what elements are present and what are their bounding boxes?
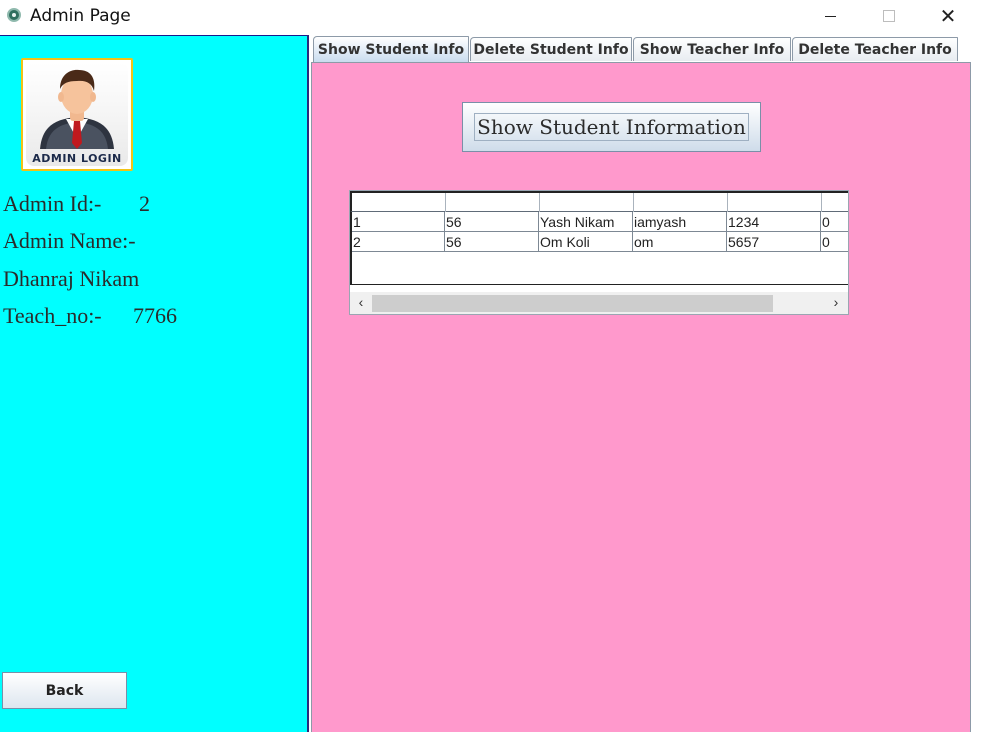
table-cell[interactable]: 1234 <box>727 212 821 231</box>
window-title: Admin Page <box>30 6 131 26</box>
column-header[interactable] <box>728 193 822 212</box>
table-row[interactable]: 2 56 Om Koli om 5657 0 <box>352 232 848 252</box>
horizontal-scrollbar[interactable]: ‹ › <box>350 292 848 314</box>
column-header[interactable] <box>634 193 728 212</box>
tab-show-student-info[interactable]: Show Student Info <box>313 36 469 62</box>
maximize-button[interactable] <box>866 0 912 32</box>
person-icon <box>40 69 114 149</box>
window-edge <box>971 62 982 732</box>
java-app-icon <box>7 8 21 22</box>
scroll-left-icon[interactable]: ‹ <box>354 294 368 312</box>
show-student-information-label: Show Student Information <box>474 113 749 141</box>
teach-no-label: Teach_no:- <box>3 303 102 328</box>
scrollbar-thumb[interactable] <box>372 295 773 312</box>
admin-id-label: Admin Id:- <box>3 191 102 216</box>
table-cell[interactable]: iamyash <box>633 212 727 231</box>
table-cell[interactable]: 2 <box>352 232 445 251</box>
scroll-right-icon[interactable]: › <box>829 294 843 312</box>
table-cell[interactable]: 5657 <box>727 232 821 251</box>
show-student-info-panel <box>311 62 971 732</box>
student-table-scrollpane[interactable]: 1 56 Yash Nikam iamyash 1234 0 2 56 Om K… <box>349 190 849 315</box>
table-cell[interactable]: 1 <box>352 212 445 231</box>
admin-page-window: Admin Page ✕ ADMIN LOGIN Admin Id:- 2 Ad… <box>0 0 982 732</box>
close-icon: ✕ <box>939 4 957 28</box>
column-header[interactable] <box>352 193 446 212</box>
column-header[interactable] <box>822 193 848 212</box>
table-cell[interactable]: Om Koli <box>539 232 633 251</box>
table-cell[interactable]: 0 <box>821 232 848 251</box>
table-cell[interactable]: 56 <box>445 232 539 251</box>
column-header[interactable] <box>540 193 634 212</box>
admin-info-panel: ADMIN LOGIN Admin Id:- 2 Admin Name:- Dh… <box>0 35 307 732</box>
table-cell[interactable]: 0 <box>821 212 848 231</box>
column-header[interactable] <box>446 193 540 212</box>
admin-login-logo: ADMIN LOGIN <box>21 58 133 171</box>
tab-delete-student-info[interactable]: Delete Student Info <box>470 37 632 61</box>
table-row[interactable]: 1 56 Yash Nikam iamyash 1234 0 <box>352 212 848 232</box>
admin-name-value: Dhanraj Nikam <box>3 266 140 291</box>
teach-no-value: 7766 <box>133 303 177 328</box>
admin-name-label: Admin Name:- <box>3 228 136 253</box>
title-bar: Admin Page ✕ <box>0 0 982 32</box>
panel-divider <box>307 35 309 732</box>
table-cell[interactable]: 56 <box>445 212 539 231</box>
table-cell[interactable]: om <box>633 232 727 251</box>
logo-caption: ADMIN LOGIN <box>32 152 122 165</box>
admin-avatar-icon <box>26 63 128 166</box>
admin-id-value: 2 <box>139 191 150 216</box>
minimize-button[interactable] <box>807 0 853 32</box>
table-body: 1 56 Yash Nikam iamyash 1234 0 2 56 Om K… <box>350 212 848 285</box>
table-cell[interactable]: Yash Nikam <box>539 212 633 231</box>
show-student-information-button[interactable]: Show Student Information <box>462 102 761 152</box>
close-button[interactable]: ✕ <box>925 0 971 32</box>
back-button[interactable]: Back <box>2 672 127 709</box>
tab-delete-teacher-info[interactable]: Delete Teacher Info <box>792 37 958 61</box>
tab-show-teacher-info[interactable]: Show Teacher Info <box>633 37 791 61</box>
table-header <box>350 191 848 212</box>
